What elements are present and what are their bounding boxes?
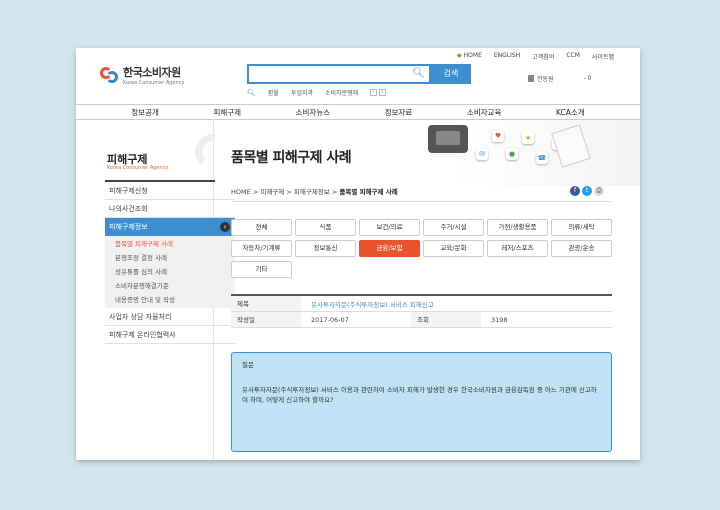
search-small-icon: 🔍︎: [247, 88, 256, 97]
category-button-etc[interactable]: 기타: [231, 261, 292, 278]
sidebar-item-my-case[interactable]: 나의사건조회: [105, 200, 235, 218]
building-icon: [528, 75, 534, 82]
submenu-item-mediation-cases[interactable]: 분쟁조정 결정 사례: [105, 251, 235, 265]
date-label: 작성일: [231, 312, 301, 327]
top-nav-english[interactable]: ENGLISH: [494, 52, 520, 61]
print-icon[interactable]: ⎙: [594, 186, 604, 196]
category-button-housing[interactable]: 주거/시설: [423, 219, 484, 236]
sidebar-submenu: 품목별 피해구제 사례 분쟁조정 결정 사례 성유튜롤 심의 사례 소비자분쟁해…: [105, 236, 235, 308]
top-nav-sitemap[interactable]: 사이트맵: [592, 52, 614, 61]
title-label: 제목: [231, 296, 301, 311]
breadcrumb-separator: >: [252, 188, 259, 196]
gnb-consumer-news[interactable]: 소비자뉴스: [290, 107, 337, 118]
logo-korean: 한국소비자원: [123, 66, 181, 79]
info-row-meta: 작성일 2017-06-07 조회 3198: [231, 312, 612, 328]
gnb-kca-intro[interactable]: KCA소개: [550, 107, 591, 118]
share-buttons: f t ⎙: [570, 186, 604, 196]
question-text: 유사투자자문(주식투자정보) 서비스 이용과 관련하여 소비자 피해가 발생한 …: [242, 386, 597, 404]
twitter-icon[interactable]: t: [582, 186, 592, 196]
question-box: 질문 유사투자자문(주식투자정보) 서비스 이용과 관련하여 소비자 피해가 발…: [231, 352, 612, 452]
top-utility-nav: ◆ HOME ENGLISH 고객참여 CCM 사이트맵: [457, 52, 614, 61]
category-button-telecom[interactable]: 정보통신: [295, 240, 356, 257]
submenu-item-certified-mail[interactable]: 내용증명 안내 및 작성: [105, 293, 235, 307]
submenu-item-dispute-standards[interactable]: 소비자분쟁해결기준: [105, 279, 235, 293]
breadcrumb-home[interactable]: HOME: [231, 188, 251, 196]
next-arrow-icon[interactable]: ›: [379, 89, 387, 96]
phone-icon: ☎: [536, 152, 548, 164]
gnb-damage-relief[interactable]: 피해구제: [207, 107, 247, 118]
home-icon: ◆: [457, 52, 462, 59]
category-button-all[interactable]: 전체: [231, 219, 292, 236]
sidebar-subtitle: Korea Consumer Agency: [107, 165, 169, 171]
sidebar-item-relief-info[interactable]: 피해구제정보 ›: [105, 218, 235, 236]
category-grid: 전체 식품 보건/의료 주거/시설 가전/생활용품 의류/세탁 자동차/기계류 …: [231, 219, 615, 278]
category-button-education[interactable]: 교육/문화: [423, 240, 484, 257]
logo-mark-icon: [100, 65, 120, 85]
search-button[interactable]: 검색: [431, 64, 471, 84]
weather-panel: 전동원 - 0: [528, 74, 591, 83]
chevron-right-icon: ›: [220, 222, 230, 232]
submenu-item-review-cases[interactable]: 성유튜롤 심의 사례: [105, 265, 235, 279]
breadcrumb-separator: >: [331, 188, 338, 196]
article-title: 유사투자자문(주식투자정보) 서비스 피해신고: [311, 300, 434, 309]
gnb-info-materials[interactable]: 정보자료: [379, 107, 419, 118]
prev-arrow-icon[interactable]: ‹: [370, 89, 378, 96]
star-icon: ★: [522, 132, 534, 144]
search-icon[interactable]: 🔍︎: [412, 68, 425, 79]
divider: [231, 201, 612, 202]
submenu-item-product-cases[interactable]: 품목별 피해구제 사례: [105, 237, 235, 251]
breadcrumb-separator: >: [286, 188, 292, 196]
category-button-finance[interactable]: 금융/보험: [359, 240, 420, 257]
breadcrumb-level1[interactable]: 피해구제: [260, 188, 284, 196]
category-button-automobile[interactable]: 자동차/기계류: [231, 240, 292, 257]
browser-page: ◆ HOME ENGLISH 고객참여 CCM 사이트맵 한국소비자원 Korea…: [76, 48, 640, 460]
sidebar-item-online-partner[interactable]: 피해구제 온라인협력사: [105, 326, 235, 344]
category-button-leisure[interactable]: 레저/스포츠: [487, 240, 548, 257]
article-info-table: 제목 유사투자자문(주식투자정보) 서비스 피해신고 작성일 2017-06-0…: [231, 294, 612, 328]
category-button-health[interactable]: 보건/의료: [359, 219, 420, 236]
temperature-label: - 0: [583, 75, 592, 82]
top-nav-ccm[interactable]: CCM: [566, 52, 580, 61]
category-button-travel[interactable]: 관광/운송: [551, 240, 612, 257]
logo-english: Korea Consumer Agency: [123, 80, 185, 86]
sidebar-item-label: 피해구제정보: [109, 223, 148, 231]
top-nav-home[interactable]: ◆ HOME: [457, 52, 482, 61]
chat-icon: ●: [506, 148, 518, 160]
top-nav-customer[interactable]: 고객참여: [532, 52, 554, 61]
article-views: 3198: [491, 315, 508, 324]
keyword-2[interactable]: 투업지과: [291, 88, 313, 97]
mail-icon: ✉: [476, 148, 488, 160]
search-input[interactable]: 🔍︎: [247, 64, 431, 84]
location-label: 전동원: [537, 76, 554, 83]
keyword-3[interactable]: 소비자분쟁해: [325, 88, 358, 97]
popular-keywords: 🔍︎ 환불 투업지과 소비자분쟁해 ‹ ›: [247, 88, 387, 97]
info-row-title: 제목 유사투자자문(주식투자정보) 서비스 피해신고: [231, 296, 612, 312]
question-label: 질문: [242, 361, 254, 369]
telephone-illustration: [428, 125, 468, 153]
breadcrumb-current: 품목별 피해구제 사례: [339, 188, 398, 196]
gnb-consumer-education[interactable]: 소비자교육: [461, 107, 508, 118]
views-label: 조회: [411, 312, 481, 327]
page-title: 품목별 피해구제 사례: [231, 150, 352, 166]
category-button-clothing[interactable]: 의류/세탁: [551, 219, 612, 236]
category-button-appliances[interactable]: 가전/생활용품: [487, 219, 548, 236]
heart-icon: ♥: [492, 130, 504, 142]
keyword-1[interactable]: 환불: [268, 88, 279, 97]
breadcrumb-level2[interactable]: 피해구제정보: [294, 188, 330, 196]
breadcrumb: HOME > 피해구제 > 피해구제정보 > 품목별 피해구제 사례: [231, 186, 398, 196]
gnb-info-disclosure[interactable]: 정보공개: [125, 107, 165, 118]
main-nav: 정보공개 피해구제 소비자뉴스 정보자료 소비자교육 KCA소개: [76, 104, 640, 120]
sidebar-item-business-consult[interactable]: 사업자 상담 자율처리: [105, 308, 235, 326]
site-logo[interactable]: 한국소비자원 Korea Consumer Agency: [100, 64, 184, 86]
article-date: 2017-06-07: [311, 315, 349, 324]
category-button-food[interactable]: 식품: [295, 219, 356, 236]
facebook-icon[interactable]: f: [570, 186, 580, 196]
